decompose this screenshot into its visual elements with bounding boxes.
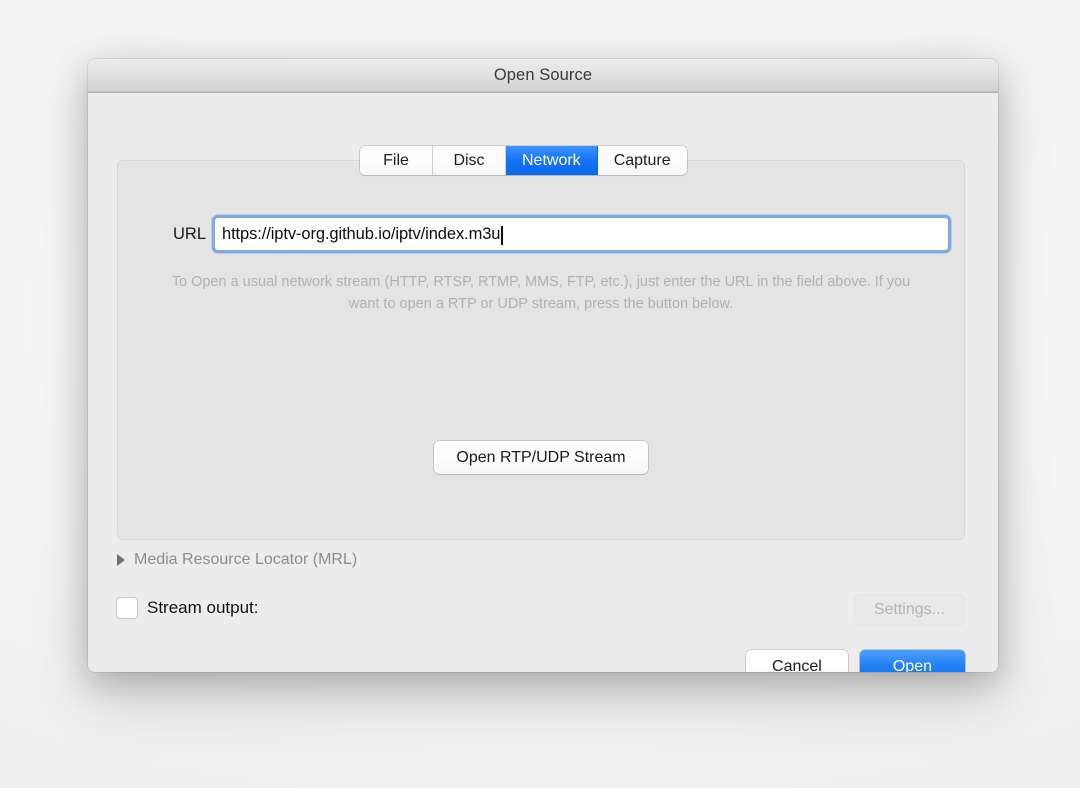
triangle-right-icon[interactable] [117, 554, 125, 566]
rtp-button-row: Open RTP/UDP Stream [118, 441, 964, 475]
cancel-button[interactable]: Cancel [746, 650, 848, 672]
stream-output-row: Stream output: [117, 598, 259, 618]
tab-disc[interactable]: Disc [433, 146, 506, 175]
dialog-body: File Disc Network Capture URL https://ip… [88, 93, 998, 672]
mrl-label: Media Resource Locator (MRL) [134, 551, 358, 568]
text-caret [501, 225, 503, 245]
stream-settings-button[interactable]: Settings... [854, 595, 964, 625]
network-panel: URL https://iptv-org.github.io/iptv/inde… [117, 160, 965, 540]
tab-network[interactable]: Network [506, 146, 598, 175]
tab-capture[interactable]: Capture [597, 146, 687, 175]
url-label: URL [172, 224, 206, 243]
network-hint-text: To Open a usual network stream (HTTP, RT… [171, 274, 911, 312]
open-source-dialog: Open Source File Disc Network Capture UR… [88, 59, 998, 672]
url-row: URL https://iptv-org.github.io/iptv/inde… [118, 218, 964, 250]
open-button[interactable]: Open [859, 650, 965, 672]
dialog-titlebar: Open Source [88, 59, 998, 93]
dialog-footer: Cancel Open [746, 650, 965, 672]
dialog-title: Open Source [493, 66, 593, 84]
stream-output-checkbox[interactable] [117, 598, 137, 618]
mrl-disclosure-row[interactable]: Media Resource Locator (MRL) [117, 551, 357, 569]
url-input-value: https://iptv-org.github.io/iptv/index.m3… [222, 224, 501, 243]
tab-file[interactable]: File [360, 146, 433, 175]
stream-output-label: Stream output: [147, 598, 259, 617]
url-input[interactable]: https://iptv-org.github.io/iptv/index.m3… [215, 218, 948, 250]
open-rtp-udp-stream-button[interactable]: Open RTP/UDP Stream [434, 441, 648, 475]
source-type-tabbar: File Disc Network Capture [360, 146, 687, 175]
